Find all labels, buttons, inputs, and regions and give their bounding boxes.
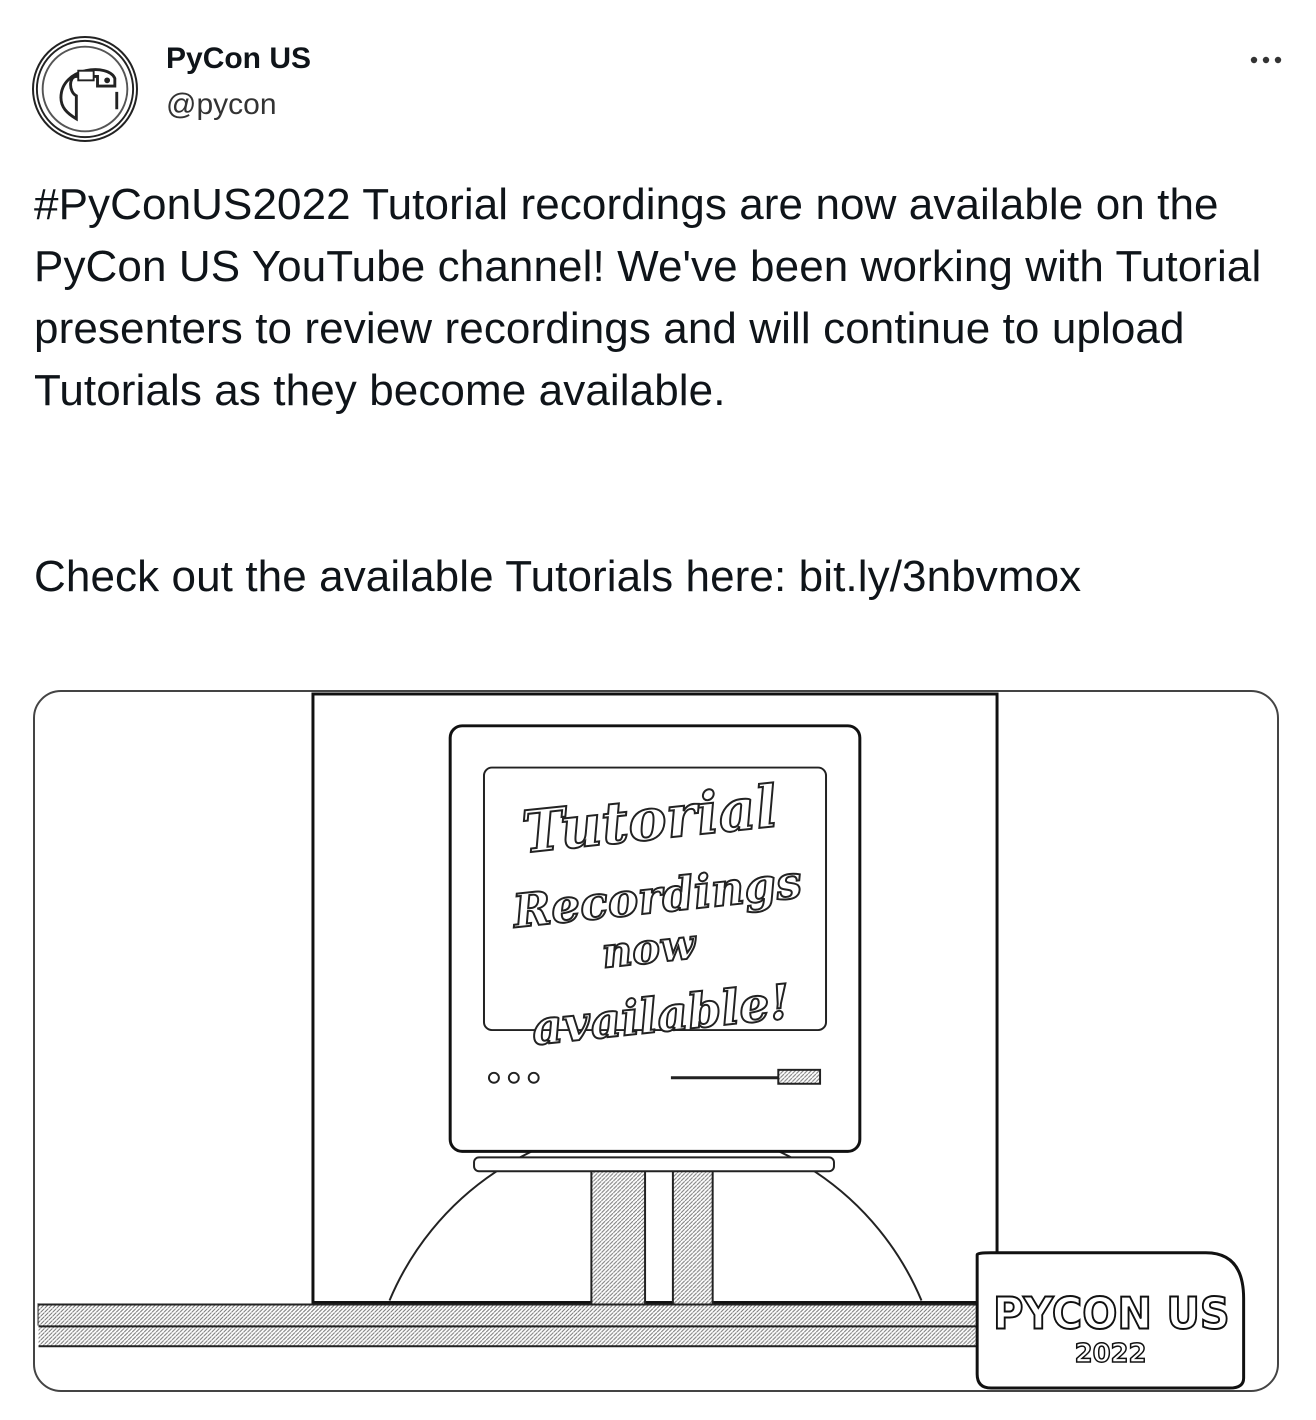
author-avatar[interactable] xyxy=(32,36,138,142)
tweet-link[interactable]: bit.ly/3nbvmox xyxy=(799,552,1082,601)
tweet-body: #PyConUS2022 Tutorial recordings are now… xyxy=(34,180,1262,415)
author-handle[interactable]: @pycon xyxy=(166,86,277,124)
tweet-cta-prefix: Check out the available Tutorials here: xyxy=(34,552,799,601)
screen-text-line-3: now xyxy=(599,919,700,978)
tweet-card: PyCon US @pycon #PyConUS2022 Tutorial re… xyxy=(0,0,1316,1420)
logo-main: PYCON US xyxy=(993,1288,1230,1339)
pycon-snake-logo-icon xyxy=(35,39,135,139)
more-horizontal-icon xyxy=(1250,56,1282,64)
tweet-media-image[interactable]: Tutorial Recordings now available! PYCON… xyxy=(33,690,1279,1392)
tweet-cta: Check out the available Tutorials here: … xyxy=(34,546,1284,608)
author-name[interactable]: PyCon US xyxy=(166,40,311,78)
logo-year: 2022 xyxy=(1075,1339,1147,1369)
more-options-button[interactable] xyxy=(1240,40,1292,80)
tutorial-artwork: Tutorial Recordings now available! PYCON… xyxy=(37,692,1246,1390)
tweet-text: #PyConUS2022 Tutorial recordings are now… xyxy=(34,174,1284,608)
